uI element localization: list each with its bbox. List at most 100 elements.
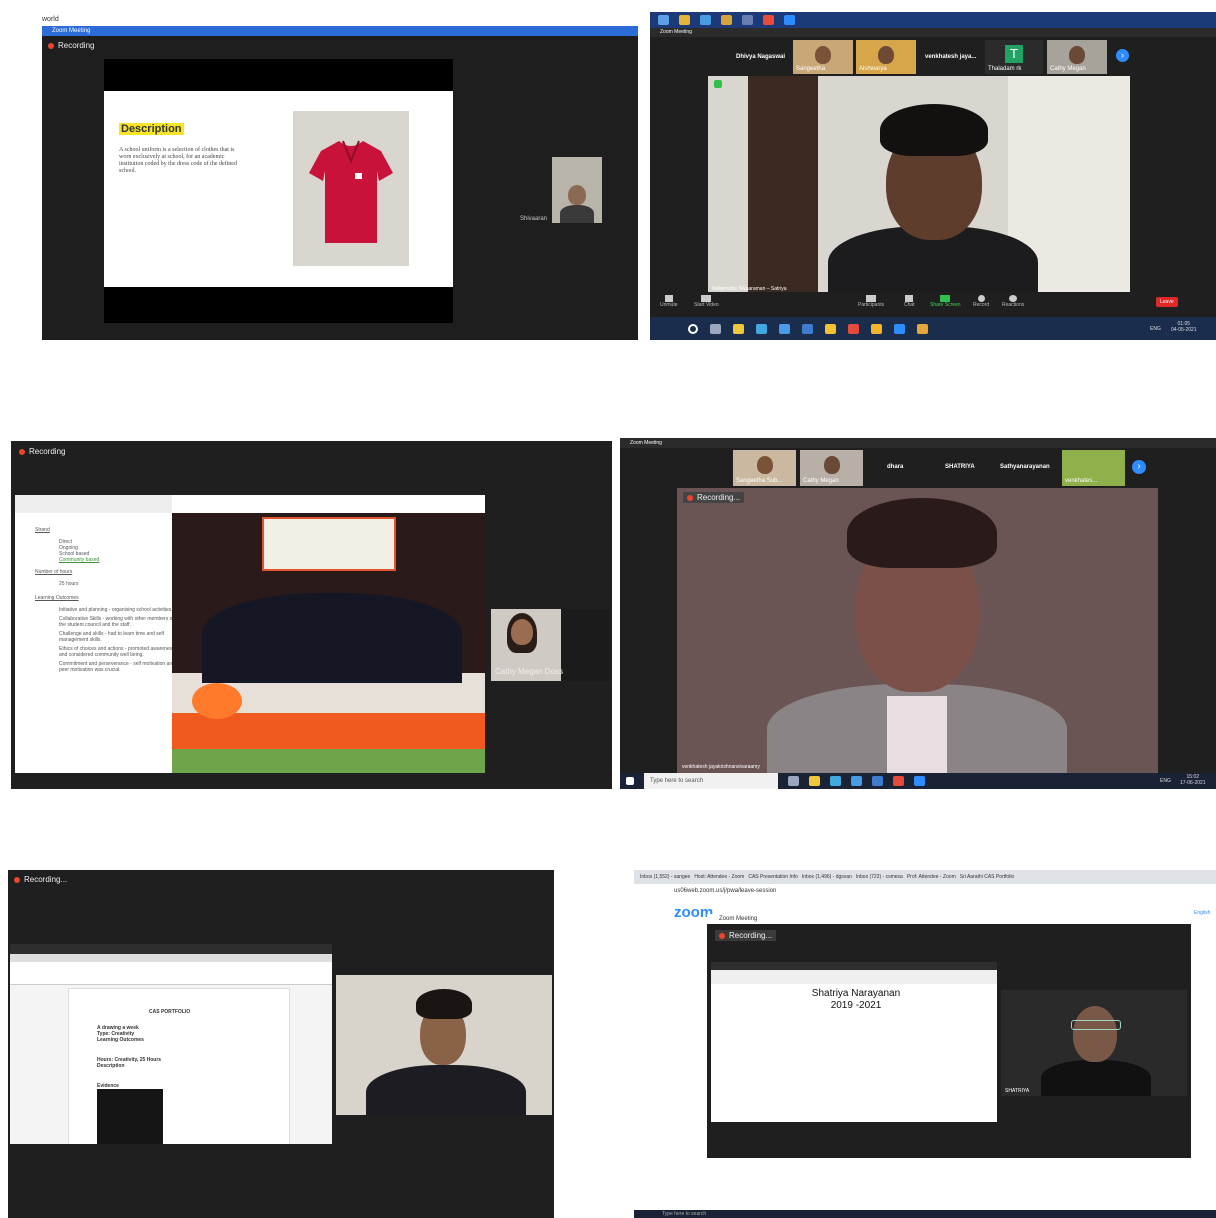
shared-google-doc: CAS PORTFOLIO A drawing a week Type: Cre… [10,944,332,1144]
screenshot-5: Recording... CAS PORTFOLIO A drawing a w… [8,870,554,1218]
doc-page: CAS PORTFOLIO A drawing a week Type: Cre… [68,988,290,1144]
address-bar[interactable]: us06web.zoom.us/j/pwa/leave-session [634,884,1216,898]
share-screen-icon [940,295,951,302]
windows-start-icon[interactable] [626,777,634,785]
lightning-icon[interactable] [825,323,836,334]
dropbox-icon[interactable] [851,776,862,786]
screenshot-2: Zoom Meeting Dhivya Nagaswai Sangeetha A… [650,12,1216,340]
browser-tab[interactable]: Prof: Attendee - Zoom [907,874,956,880]
control-share-screen[interactable]: Share Screen [930,295,961,308]
start-icon[interactable] [658,15,669,25]
evidence-image [97,1089,163,1144]
folder-icon[interactable] [721,15,732,25]
recording-indicator: Recording... [14,875,67,884]
record-icon [977,295,985,302]
zoom-titlebar: Zoom Meeting [707,914,1191,924]
search-circle-icon[interactable] [688,323,698,334]
tray-language[interactable]: ENG [1160,778,1171,784]
record-dot-icon [19,448,25,455]
dropbox-icon[interactable] [779,323,790,334]
gallery-name-shatriya: SHATRIYA [945,464,975,470]
notes-icon[interactable] [871,323,882,334]
store-icon[interactable] [872,776,883,786]
file-explorer-icon[interactable] [733,323,744,334]
doc-name: Shatriya Narayanan [811,988,901,999]
control-record[interactable]: Record [973,295,989,308]
edge-icon[interactable] [830,776,841,786]
group-of-students [202,563,462,683]
zoom-titlebar: Zoom Meeting [650,28,1216,37]
file-explorer-icon[interactable] [809,776,820,786]
gallery-thumb-sangeetha[interactable]: Sangeetha Sub... [733,450,796,486]
office-icon[interactable] [893,776,904,786]
windows-taskbar: Type here to search [620,773,1216,789]
speaker-hair [847,498,997,568]
tray-clock[interactable]: 15:02 17-06-2021 [1180,774,1206,786]
control-reactions[interactable]: Reactions [1002,295,1024,308]
active-speaker-video [708,76,1130,292]
participants-icon [866,295,877,302]
store-icon[interactable] [802,323,813,334]
browser-tab-strip: Inbox (1,552) - sangee Host: Attendee - … [634,870,1216,884]
next-page-arrow-icon[interactable]: › [1116,49,1129,62]
heading-strand: Strand [35,527,50,533]
participant-video[interactable] [336,975,552,1115]
next-page-arrow-icon[interactable]: › [1132,460,1146,474]
browser-tab[interactable]: Inbox (722) - csmesa [856,874,903,880]
control-participants[interactable]: Participants [858,295,884,308]
control-unmute[interactable]: Unmute [660,295,678,308]
zoom-icon[interactable] [784,15,795,25]
gallery-thumb-aishwarya[interactable]: Aishwarya [856,40,916,74]
heading-outcomes: Learning Outcomes [35,595,79,601]
zoom-taskbar-icon[interactable] [914,776,925,786]
gallery-thumb-venkhatesh[interactable]: venkhates... [1062,450,1125,486]
taskbar-search-box[interactable]: Type here to search [644,773,778,789]
zoom-taskbar-icon[interactable] [894,323,905,334]
browser-tab[interactable]: Inbox (1,552) - sangee [640,874,690,880]
gallery-thumb-cathy[interactable]: Cathy Megan [1047,40,1107,74]
glasses [1071,1020,1121,1030]
slide: Description A school uniform is a select… [104,91,453,287]
language-link[interactable]: English [1194,910,1210,916]
microphone-muted-icon [664,295,673,302]
browser-tab[interactable]: Inbox (1,496) - dgsvan [802,874,852,880]
curtain [748,76,818,292]
explorer-icon[interactable] [679,15,690,25]
shared-slide: Strand Direct Ongoing School based Commu… [15,495,485,773]
control-chat[interactable]: Chat [904,295,915,308]
tray-clock[interactable]: 01:05 04-05-2021 [1171,321,1197,333]
ie-icon[interactable] [700,15,711,25]
browser-tab[interactable]: CAS Presentation Info [748,874,797,880]
task-view-icon[interactable] [788,776,799,786]
record-dot-icon [48,42,54,49]
tray-language[interactable]: ENG [1150,326,1161,332]
task-view-icon[interactable] [710,323,721,334]
recording-indicator: Recording... [715,930,777,941]
window-title: Zoom Meeting [52,28,91,34]
group-photo [172,513,485,773]
gallery-name-sathyanarayanan: Sathyanarayanan [1000,464,1050,470]
control-start-video[interactable]: Start Video [694,295,719,308]
participant-video[interactable] [1001,990,1187,1096]
windows-taskbar [650,317,1216,340]
tshirt-photo [293,111,409,266]
avatar-t: T [1005,45,1023,63]
chrome-icon[interactable] [763,15,774,25]
shared-google-doc: Shatriya Narayanan 2019 -2021 [711,962,997,1122]
media-icon[interactable] [742,15,753,25]
office-icon[interactable] [848,323,859,334]
browser-tab[interactable]: Host: Attendee - Zoom [694,874,744,880]
gallery-thumb-sangeetha[interactable]: Sangeetha [793,40,853,74]
participant-name: Cathy Megan Doss [495,667,564,676]
chrome-taskbar-icon[interactable] [917,323,928,334]
gallery-thumb-cathy[interactable]: Cathy Megan [800,450,863,486]
screenshot-6: Inbox (1,552) - sangee Host: Attendee - … [634,870,1216,1218]
browser-tab[interactable]: Sri Aarathi CAS Portfolio [960,874,1014,880]
participant-video[interactable] [552,157,602,223]
gallery-thumb-t[interactable]: T Thaladam rk [985,40,1043,74]
gallery-name-venkhatesh: venkhatesh jaya... [925,54,977,60]
participant-face [568,185,586,205]
leave-button[interactable]: Leave [1156,297,1178,307]
gallery-name-dhara: dhara [887,464,904,470]
edge-icon[interactable] [756,323,767,334]
